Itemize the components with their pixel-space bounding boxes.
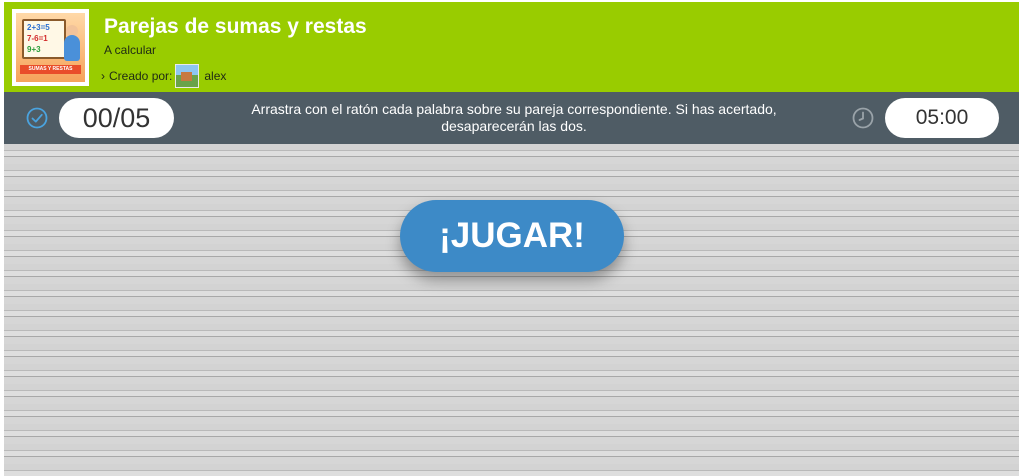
activity-header: 2+3=5 7-6=1 9+3 SUMAS Y RESTAS Parejas d… [4,2,1019,92]
game-frame: 2+3=5 7-6=1 9+3 SUMAS Y RESTAS Parejas d… [4,2,1019,476]
thumbnail-equation: 7-6=1 [27,34,48,43]
activity-thumbnail: 2+3=5 7-6=1 9+3 SUMAS Y RESTAS [12,9,89,86]
thumbnail-image: 2+3=5 7-6=1 9+3 SUMAS Y RESTAS [16,13,85,82]
instructions-text: Arrastra con el ratón cada palabra sobre… [251,101,777,134]
thumbnail-band: SUMAS Y RESTAS [20,65,81,74]
thumbnail-equation: 2+3=5 [27,23,50,32]
creator-label: Creado por: [109,69,173,83]
avatar[interactable] [175,64,200,88]
chevron-right-icon: › [101,69,105,83]
play-button[interactable]: ¡JUGAR! [400,200,624,272]
activity-subtitle: A calcular [104,43,157,57]
thumbnail-kid [64,35,80,61]
thumbnail-equation: 9+3 [27,45,41,54]
score-counter: 00/05 [59,98,174,138]
activity-title: Parejas de sumas y restas [104,15,367,38]
creator-info: › Creado por: alex [101,64,226,88]
check-circle-icon [26,107,48,129]
thumbnail-chalkboard: 2+3=5 7-6=1 9+3 [22,19,66,59]
game-board: ¡JUGAR! [4,144,1019,476]
clock-icon [852,107,874,129]
timer-display: 05:00 [885,98,999,138]
game-toolbar: 00/05 Arrastra con el ratón cada palabra… [4,92,1019,144]
creator-name-link[interactable]: alex [204,69,226,83]
